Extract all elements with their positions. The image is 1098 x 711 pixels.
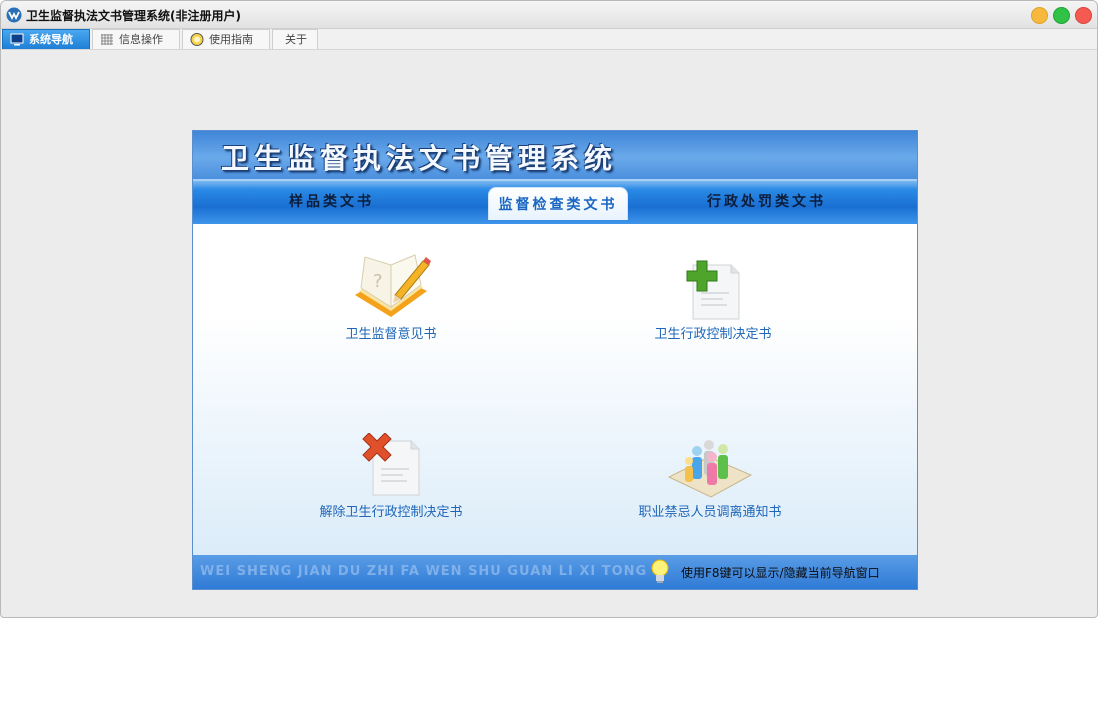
- window-title: 卫生监督执法文书管理系统(非注册用户): [26, 9, 241, 23]
- doc-label: 卫生行政控制决定书: [654, 327, 772, 342]
- doc-control-decision[interactable]: 卫生行政控制决定书: [613, 259, 813, 342]
- svg-text:?: ?: [373, 271, 383, 292]
- help-icon: [190, 33, 204, 46]
- doc-occupational-transfer-notice[interactable]: 职业禁忌人员调离通知书: [610, 431, 810, 520]
- tab-about[interactable]: 关于: [272, 29, 318, 49]
- category-tab-strip: 样品类文书 监督检查类文书 行政处罚类文书: [193, 179, 917, 224]
- title-bar: 卫生监督执法文书管理系统(非注册用户): [1, 1, 1097, 29]
- navigation-panel: 卫生监督执法文书管理系统 样品类文书 监督检查类文书 行政处罚类文书 ? 卫生监…: [192, 130, 918, 590]
- tab-label: 关于: [285, 33, 307, 46]
- banner: 卫生监督执法文书管理系统: [193, 131, 917, 179]
- app-window: 卫生监督执法文书管理系统(非注册用户) 系统导航 信息操作 使用指南 关于 卫生…: [0, 0, 1098, 618]
- tab-inspection-documents[interactable]: 监督检查类文书: [488, 187, 628, 220]
- lightbulb-icon: [651, 559, 669, 583]
- close-button[interactable]: [1075, 7, 1092, 24]
- footer-bar: WEI SHENG JIAN DU ZHI FA WEN SHU GUAN LI…: [193, 555, 917, 589]
- maximize-button[interactable]: [1053, 7, 1070, 24]
- doc-label: 解除卫生行政控制决定书: [319, 505, 463, 520]
- footer-pinyin: WEI SHENG JIAN DU ZHI FA WEN SHU GUAN LI…: [200, 564, 648, 579]
- tab-label: 系统导航: [29, 33, 73, 46]
- tab-label: 信息操作: [119, 33, 163, 46]
- footer-tip: 使用F8键可以显示/隐藏当前导航窗口: [681, 566, 880, 580]
- document-remove-icon: [362, 433, 420, 496]
- doc-release-control-decision[interactable]: 解除卫生行政控制决定书: [301, 433, 481, 520]
- people-group-icon: [667, 440, 753, 498]
- tab-system-navigation[interactable]: 系统导航: [2, 29, 90, 49]
- tab-info-operations[interactable]: 信息操作: [92, 29, 180, 49]
- document-add-icon: [686, 260, 740, 320]
- main-tab-bar: 系统导航 信息操作 使用指南 关于: [1, 29, 1097, 50]
- tab-sample-documents[interactable]: 样品类文书: [289, 191, 374, 217]
- tab-label: 使用指南: [209, 33, 253, 46]
- banner-title: 卫生监督执法文书管理系统: [221, 142, 618, 175]
- doc-label: 职业禁忌人员调离通知书: [638, 505, 782, 520]
- doc-supervision-opinion[interactable]: ? 卫生监督意见书: [311, 251, 471, 342]
- notebook-pencil-icon: ?: [355, 254, 431, 317]
- monitor-icon: [10, 33, 24, 46]
- minimize-button[interactable]: [1031, 7, 1048, 24]
- doc-label: 卫生监督意见书: [345, 327, 437, 342]
- grid-icon: [101, 34, 113, 45]
- app-logo-icon: [6, 7, 22, 23]
- tab-user-guide[interactable]: 使用指南: [182, 29, 270, 49]
- tab-penalty-documents[interactable]: 行政处罚类文书: [707, 191, 826, 217]
